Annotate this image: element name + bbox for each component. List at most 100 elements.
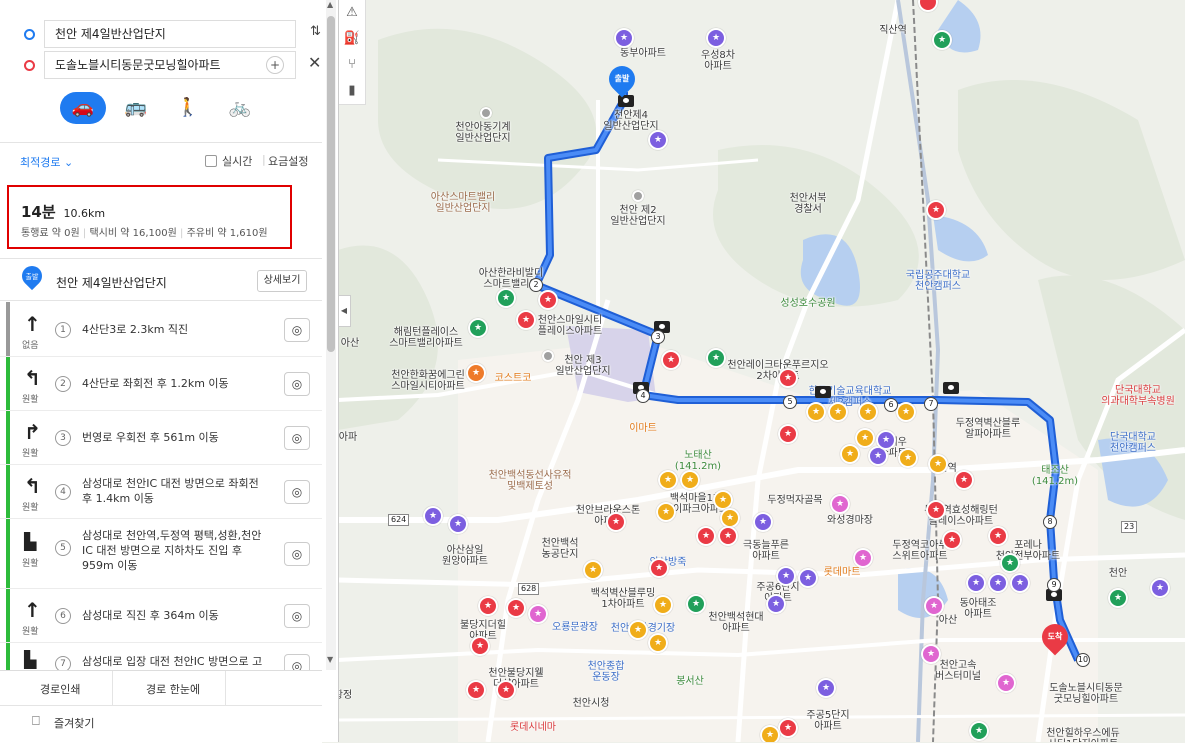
step-item[interactable]: ↑ 없음 1 4산단3로 2.3km 직진 ◎ [0, 302, 322, 357]
poi-marker[interactable]: ★ [776, 566, 796, 586]
step-item[interactable]: ▙ 7 삼성대로 입장 대전 천안IC 방면으로 고 ◎ [0, 642, 322, 670]
route-summary-box[interactable]: 14분 10.6km 통행료 약 0원 | 택시비 약 16,100원 | 주유… [7, 185, 292, 249]
poi-marker[interactable]: ★ [496, 288, 516, 308]
print-route-button[interactable]: 경로인쇄 [40, 681, 80, 697]
origin-input[interactable]: 천안 제4일반산업단지 [44, 20, 296, 48]
step-view-icon[interactable]: ◎ [284, 426, 310, 450]
poi-marker[interactable]: ★ [648, 633, 668, 653]
detail-view-button[interactable]: 상세보기 [257, 270, 307, 292]
poi-marker[interactable]: ★ [1000, 553, 1020, 573]
poi-marker[interactable]: ★ [448, 514, 468, 534]
poi-dot[interactable] [542, 350, 554, 362]
poi-marker[interactable]: ★ [516, 310, 536, 330]
warning-icon[interactable]: ⚠ [339, 0, 365, 26]
step-item[interactable]: ↑ 원활 6 삼성대로 직진 후 364m 이동 ◎ [0, 588, 322, 643]
route-option-dropdown[interactable]: 최적경로 ⌄ [20, 154, 73, 170]
poi-marker[interactable]: ★ [840, 444, 860, 464]
poi-marker[interactable]: ★ [828, 402, 848, 422]
poi-marker[interactable]: ★ [496, 680, 516, 700]
poi-marker[interactable]: ★ [466, 680, 486, 700]
start-marker[interactable]: 출발 [603, 60, 641, 98]
poi-marker[interactable]: ★ [648, 130, 668, 150]
poi-marker[interactable]: ★ [921, 644, 941, 664]
poi-marker[interactable]: ★ [969, 721, 989, 741]
poi-marker[interactable]: ★ [506, 598, 526, 618]
step-view-icon[interactable]: ◎ [284, 372, 310, 396]
poi-marker[interactable]: ★ [896, 402, 916, 422]
poi-marker[interactable]: ★ [718, 526, 738, 546]
poi-marker[interactable]: ★ [706, 348, 726, 368]
fare-settings-link[interactable]: 요금설정 [268, 153, 308, 169]
scroll-up-icon[interactable]: ▲ [327, 0, 333, 9]
poi-marker[interactable]: ★ [528, 604, 548, 624]
car-icon[interactable]: 🚗 [60, 92, 106, 124]
gas-station-icon[interactable]: ⛽ [339, 26, 365, 52]
poi-marker[interactable]: ★ [606, 512, 626, 532]
poi-marker[interactable]: ★ [628, 620, 648, 640]
step-item[interactable]: ↱ 원활 3 번영로 우회전 후 561m 이동 ◎ [0, 410, 322, 465]
destination-input[interactable]: 도솔노블시티동문굿모닝힐아파트 [44, 51, 296, 79]
poi-marker[interactable]: ★ [760, 725, 780, 742]
walk-icon[interactable]: 🚶 [170, 92, 206, 124]
poi-marker[interactable]: ★ [661, 350, 681, 370]
poi-marker[interactable]: ★ [926, 500, 946, 520]
swap-icon[interactable]: ⇅ [310, 24, 321, 39]
poi-marker[interactable]: ★ [932, 30, 952, 50]
panel-scrollbar[interactable]: ▲ ▼ [326, 0, 336, 670]
poi-marker[interactable]: ★ [778, 424, 798, 444]
step-view-icon[interactable]: ◎ [284, 318, 310, 342]
poi-marker[interactable]: ★ [928, 454, 948, 474]
poi-marker[interactable]: ★ [753, 512, 773, 532]
poi-marker[interactable]: ★ [855, 428, 875, 448]
poi-dot[interactable] [632, 190, 644, 202]
poi-marker[interactable]: ★ [778, 718, 798, 738]
poi-dot[interactable] [480, 107, 492, 119]
poi-marker[interactable]: ★ [816, 678, 836, 698]
scrollbar-thumb[interactable] [327, 16, 335, 352]
favorite-button[interactable]: 즐겨찾기 [54, 715, 94, 731]
poi-marker[interactable]: ★ [680, 470, 700, 490]
poi-marker[interactable]: ★ [988, 573, 1008, 593]
poi-marker[interactable]: ★ [766, 594, 786, 614]
poi-marker[interactable]: ★ [583, 560, 603, 580]
step-view-icon[interactable]: ◎ [284, 654, 310, 670]
poi-marker[interactable]: ★ [478, 596, 498, 616]
poi-marker[interactable]: ★ [720, 508, 740, 528]
poi-marker[interactable]: ★ [653, 595, 673, 615]
poi-marker[interactable]: ★ [798, 568, 818, 588]
poi-marker[interactable]: ★ [649, 558, 669, 578]
bus-icon[interactable]: 🚌 [118, 92, 154, 124]
realtime-checkbox[interactable] [205, 155, 217, 167]
poi-marker[interactable]: ★ [1150, 578, 1170, 598]
poi-marker[interactable]: ★ [853, 548, 873, 568]
poi-marker[interactable]: ★ [686, 594, 706, 614]
poi-marker[interactable]: ★ [988, 526, 1008, 546]
poi-marker[interactable]: ★ [466, 363, 486, 383]
poi-marker[interactable]: ★ [614, 28, 634, 48]
poi-marker[interactable]: ★ [876, 430, 896, 450]
poi-marker[interactable]: ★ [706, 28, 726, 48]
step-item[interactable]: ▙ 원활 5 삼성대로 천안역,두정역 평택,성환,천안IC 대전 방면으로 지… [0, 518, 322, 589]
poi-marker[interactable]: ★ [468, 318, 488, 338]
poi-marker[interactable]: ★ [1010, 573, 1030, 593]
close-icon[interactable]: ✕ [308, 53, 321, 72]
traffic-light-icon[interactable]: ▮ [339, 78, 365, 104]
poi-marker[interactable]: ★ [423, 506, 443, 526]
step-item[interactable]: ↰ 원활 2 4산단로 좌회전 후 1.2km 이동 ◎ [0, 356, 322, 411]
step-view-icon[interactable]: ◎ [284, 480, 310, 504]
add-waypoint-button[interactable]: + [266, 56, 284, 74]
scroll-down-icon[interactable]: ▼ [327, 655, 333, 664]
poi-marker[interactable]: ★ [966, 573, 986, 593]
poi-marker[interactable]: ★ [696, 526, 716, 546]
poi-marker[interactable]: ★ [1108, 588, 1128, 608]
bike-icon[interactable]: 🚲 [222, 92, 258, 124]
poi-marker[interactable]: ★ [858, 402, 878, 422]
poi-marker[interactable]: ★ [538, 290, 558, 310]
poi-marker[interactable]: ★ [713, 490, 733, 510]
step-item[interactable]: ↰ 원활 4 삼성대로 천안IC 대전 방면으로 좌회전 후 1.4km 이동 … [0, 464, 322, 519]
collapse-panel-button[interactable]: ◀ [338, 295, 351, 327]
poi-marker[interactable]: ★ [470, 636, 490, 656]
poi-marker[interactable]: ★ [996, 673, 1016, 693]
poi-marker[interactable]: ★ [942, 530, 962, 550]
route-overview-button[interactable]: 경로 한눈에 [146, 681, 200, 697]
